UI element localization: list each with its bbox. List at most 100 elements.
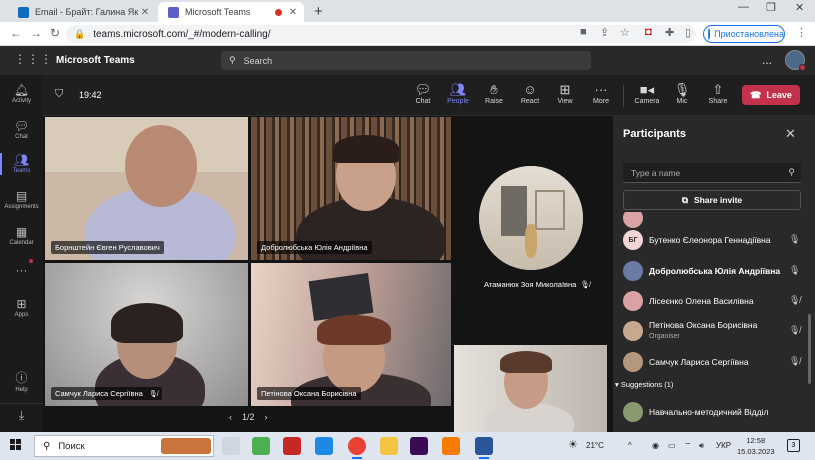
rail-calendar[interactable]: ▦ Calendar [0,225,43,246]
participant-name-tag: Борнштейн Євген Руславович [51,241,164,254]
minimize-icon[interactable]: — [738,1,749,13]
calendar-icon: ▦ [15,225,28,239]
tray-chevron-icon[interactable]: ^ [628,441,632,450]
taskbar-search-input[interactable]: ⚲ Поиск [34,435,214,457]
volume-icon[interactable]: 🔊︎ [699,441,704,451]
close-tab-icon[interactable]: ✕ [286,7,300,18]
rail-assignments[interactable]: ▤ Assignments [0,189,43,210]
more-icon: ··· [15,263,28,277]
word-icon[interactable] [475,437,493,459]
list-item[interactable]: Самчук Лариса Сергіївна 🎙︎̸ [613,348,815,376]
avatar [623,352,643,372]
close-panel-icon[interactable]: ✕ [785,126,796,142]
mic-button[interactable]: 🎙︎ Mic [664,81,700,105]
chat-icon: 💬︎ [414,82,432,97]
view-button[interactable]: ⊞ View [547,81,583,105]
participant-name: Добролюбська Юлія Андріївна [649,266,781,276]
browser-menu-icon[interactable]: ⋮ [796,26,807,39]
rail-apps[interactable]: ⊞ Apps [0,297,43,318]
share-invite-button[interactable]: ⧉ Share invite [623,190,801,210]
panel-scrollbar[interactable] [808,314,811,384]
vlc-icon[interactable] [442,437,460,455]
leave-button[interactable]: ☎ Leave [742,85,800,105]
suggestions-header[interactable]: ▾ Suggestions (1) [615,380,673,389]
profile-button[interactable]: Приостановлена [703,25,785,43]
temperature[interactable]: 21°C [586,441,604,450]
chrome-icon[interactable] [348,437,366,459]
video-tile[interactable]: Борнштейн Євген Руславович [45,117,248,260]
camera-permission-icon[interactable]: ■ [580,26,587,38]
mcafee-icon[interactable] [283,437,301,455]
mic-on-icon: 🎙︎ [789,234,801,244]
task-view-icon[interactable] [222,437,240,455]
download-button[interactable]: ⤓ [0,403,43,427]
more-actions-button[interactable]: ··· More [583,81,619,105]
search-icon: ⚲ [43,440,51,452]
taskbar-clock[interactable]: 12:58 15.03.2023 [737,435,775,457]
battery-icon[interactable]: ▭ [668,441,676,450]
wifi-icon[interactable]: ⌔ [684,441,692,451]
list-item[interactable]: Навчально-методичний Відділ [613,398,815,426]
video-tile[interactable]: Петінова Оксана Борисівна [251,263,451,406]
camera-button[interactable]: ■◂ Camera [629,81,665,105]
participant-search-input[interactable]: Type a name ⚲ [623,163,801,183]
user-avatar[interactable] [785,50,806,71]
app-launcher-icon[interactable]: ⋮⋮⋮ [14,52,53,66]
list-item[interactable]: БГ Бутенко Єлеонора Геннадіївна 🎙︎ [613,226,815,254]
share-page-icon[interactable]: ⇪ [600,26,609,39]
react-button[interactable]: ☺ React [512,81,548,105]
list-item[interactable]: Лісеєнко Олена Василівна 🎙︎̸ [613,287,815,315]
back-icon[interactable]: ← [10,26,22,40]
mic-off-icon: 🎙︎̸ [789,356,801,366]
rail-more[interactable]: ··· [0,263,43,277]
self-view-tile[interactable] [454,345,607,432]
participant-hair [317,315,391,345]
language-indicator[interactable]: УКР [716,441,731,450]
extensions-puzzle-icon[interactable]: ✚ [665,26,674,39]
reload-icon[interactable]: ↻ [50,26,60,40]
side-panel-icon[interactable]: ▯ [685,26,691,39]
windows-start-icon[interactable] [10,439,22,451]
people-button[interactable]: 👥︎ People [440,81,476,105]
participant-name-tag: Самчук Лариса Сергіївна 🎙︎̸ [51,387,162,400]
rail-help[interactable]: ⓘ Help [0,369,43,393]
meeting-toolbar: ⛉ 19:42 💬︎ Chat 👥︎ People ✋︎ Raise ☺ Rea… [43,75,815,116]
video-stage: Борнштейн Євген Руславович Добролюбська … [43,116,613,432]
mic-off-icon: 🎙︎̸ [148,390,158,398]
rail-chat[interactable]: 💬︎ Chat [0,119,43,140]
participant-hair [500,351,552,373]
chat-button[interactable]: 💬︎ Chat [405,81,441,105]
file-explorer-icon[interactable] [380,437,398,455]
share-button[interactable]: ⇧ Share [700,81,736,105]
new-tab-button[interactable]: + [314,3,323,20]
teams-search-input[interactable]: ⚲ Search [221,51,591,70]
browser-tab-email[interactable]: Email - Брайт: Галина Якідіна - О ✕ [8,2,156,22]
video-tile[interactable]: Добролюбська Юлія Андріївна [251,117,451,260]
network-icon[interactable]: ◉ [652,441,659,450]
list-item[interactable]: Добролюбська Юлія Андріївна 🎙︎ [613,257,815,285]
premiere-icon[interactable] [410,437,428,455]
chevron-left-icon[interactable]: ‹ [229,412,232,422]
close-window-icon[interactable]: ✕ [795,1,804,14]
settings-more-button[interactable]: ... [762,53,772,67]
list-item[interactable]: Петінова Оксана Борисівна Organiser 🎙︎̸ [613,317,815,345]
recording-dot-icon [275,8,282,16]
search-icon: ⚲ [788,167,795,177]
participant-avatar-video[interactable] [479,166,583,270]
rail-teams[interactable]: 👥︎ Teams [0,153,43,175]
video-tile[interactable]: Самчук Лариса Сергіївна 🎙︎̸ [45,263,248,406]
chevron-right-icon[interactable]: › [265,412,268,422]
close-tab-icon[interactable]: ✕ [138,7,152,18]
smile-icon: ☺ [523,82,537,97]
store-icon[interactable] [252,437,270,455]
participant-role: Organiser [649,333,680,340]
bookmark-star-icon[interactable]: ☆ [620,26,630,39]
raise-hand-button[interactable]: ✋︎ Raise [476,81,512,105]
forward-icon[interactable]: → [30,26,42,40]
browser-tab-teams[interactable]: Microsoft Teams ✕ [158,2,304,22]
extension-icon[interactable]: ◘ [645,26,652,38]
mail-icon[interactable] [315,437,333,455]
notification-center-icon[interactable]: 3 [787,439,800,452]
rail-activity[interactable]: 🔔︎ Activity [0,83,43,104]
maximize-icon[interactable]: ❐ [766,1,776,14]
